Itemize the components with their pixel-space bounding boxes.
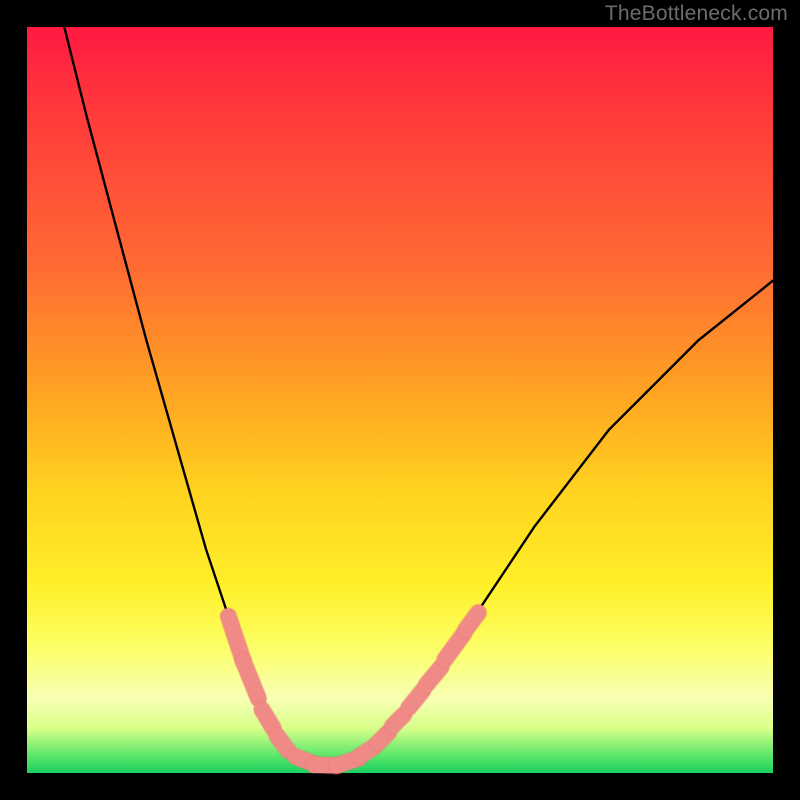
marker-segment <box>393 715 404 726</box>
marker-segment <box>466 613 479 630</box>
marker-segment <box>409 691 422 708</box>
chart-frame: TheBottleneck.com <box>0 0 800 800</box>
bottleneck-curve <box>64 27 773 766</box>
marker-segment <box>243 661 258 698</box>
marker-segment <box>277 736 288 751</box>
plot-area <box>27 27 773 773</box>
marker-group <box>228 613 478 766</box>
marker-segment <box>262 710 273 729</box>
chart-svg <box>27 27 773 773</box>
marker-segment <box>445 634 464 659</box>
marker-segment <box>378 732 389 743</box>
watermark-text: TheBottleneck.com <box>605 2 788 26</box>
